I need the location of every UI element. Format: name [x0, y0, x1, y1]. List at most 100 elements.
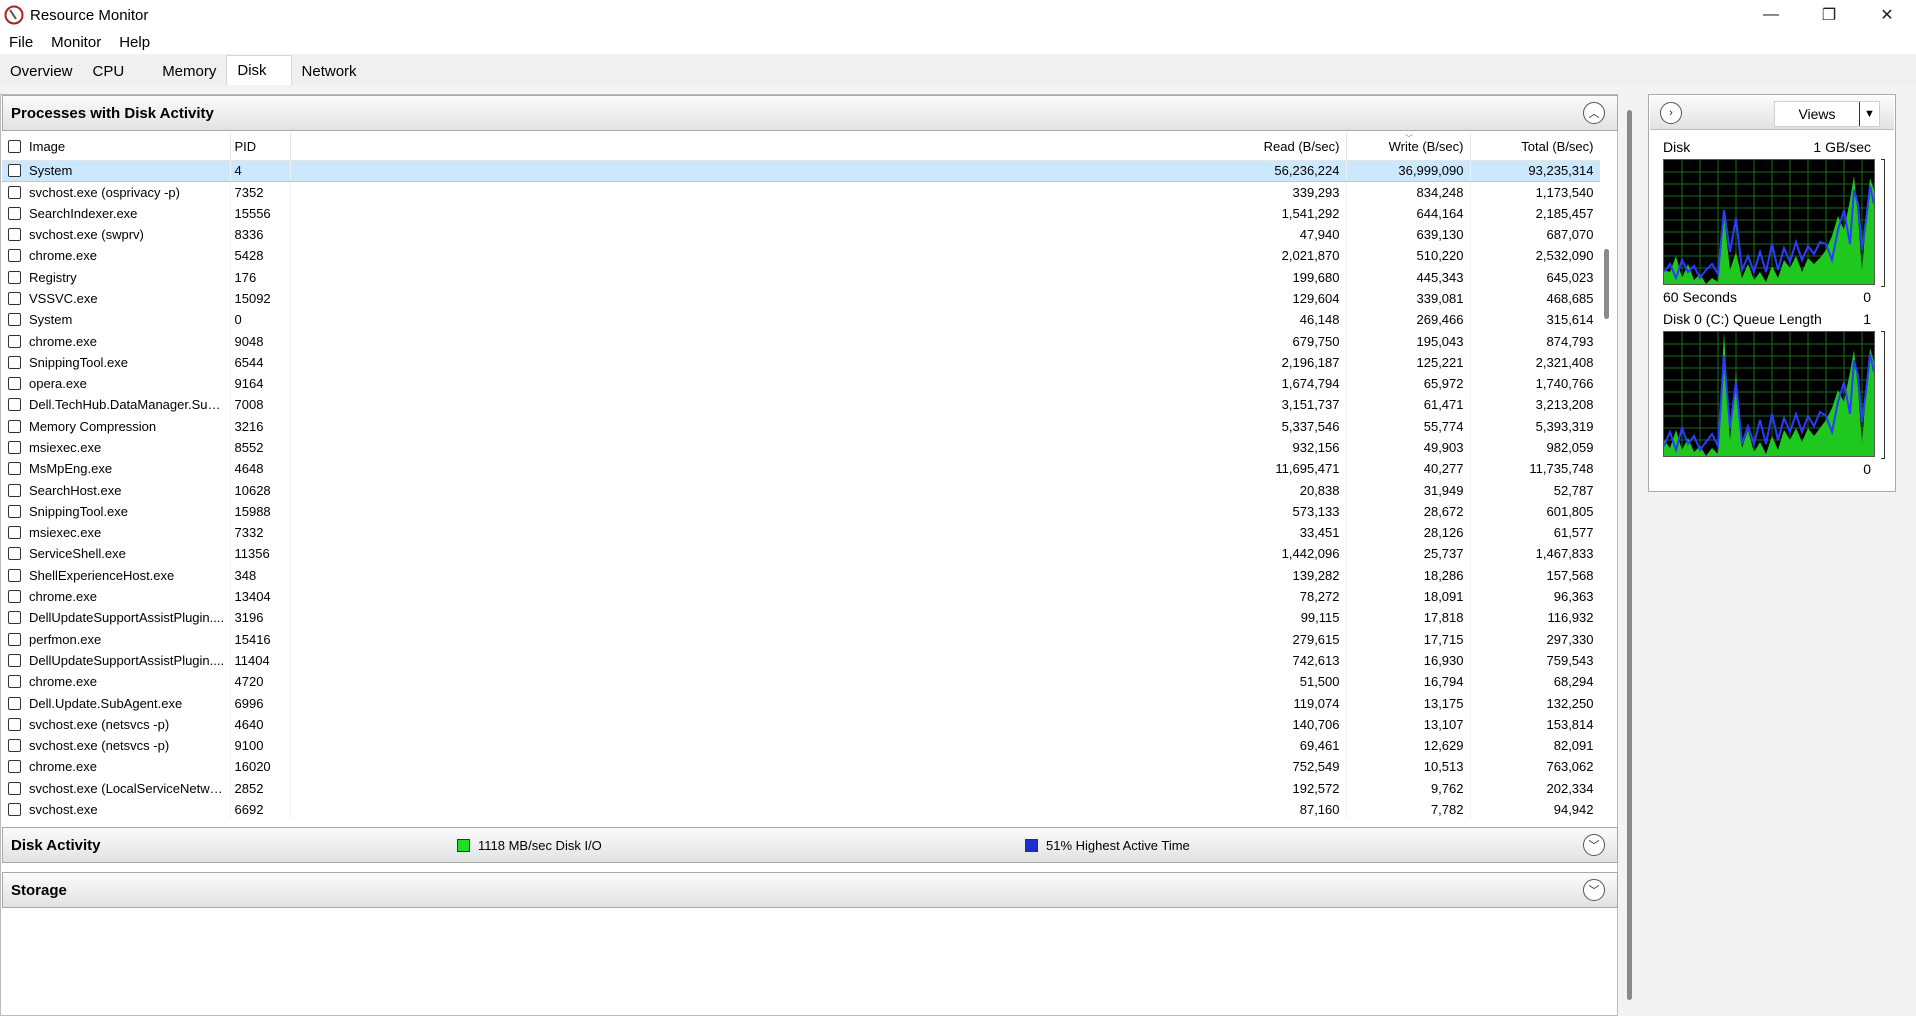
row-checkbox[interactable] — [8, 483, 21, 497]
row-checkbox[interactable] — [8, 547, 21, 561]
row-checkbox[interactable] — [8, 526, 21, 540]
table-row[interactable]: chrome.exe 13404 78,272 18,091 96,363 — [2, 585, 1600, 608]
table-row[interactable]: chrome.exe 4720 51,500 16,794 68,294 — [2, 671, 1600, 693]
table-row[interactable]: SearchIndexer.exe 15556 1,541,292 644,164 2,… — [2, 202, 1600, 224]
collapse-graph-panel-button[interactable]: › — [1660, 102, 1682, 124]
table-row[interactable]: msiexec.exe 7332 33,451 28,126 61,577 — [2, 522, 1600, 544]
table-row[interactable]: svchost.exe (netsvcs -p) 4640 140,706 13,10… — [2, 713, 1600, 736]
row-checkbox[interactable] — [8, 717, 21, 731]
row-checkbox[interactable] — [8, 803, 21, 817]
row-checkbox[interactable] — [8, 504, 21, 518]
table-row[interactable]: System 4 56,236,224 36,999,090 93,235,314 — [2, 159, 1600, 182]
table-scrollbar[interactable] — [1602, 249, 1612, 921]
restore-button[interactable]: ❐ — [1800, 0, 1858, 30]
tab-network[interactable]: Network — [292, 57, 367, 85]
processes-section-header[interactable]: Processes with Disk Activity ︿ — [2, 95, 1618, 131]
row-checkbox[interactable] — [8, 334, 21, 348]
row-checkbox[interactable] — [8, 611, 21, 625]
table-row[interactable]: SearchHost.exe 10628 20,838 31,949 52,787 — [2, 479, 1600, 501]
process-pid-cell: 15416 — [230, 628, 291, 650]
row-checkbox[interactable] — [8, 355, 21, 369]
row-checkbox[interactable] — [8, 291, 21, 305]
main-scrollbar-thumb[interactable] — [1627, 110, 1632, 1000]
table-row[interactable]: DellUpdateSupportAssistPlugin.... 3196 99,… — [2, 607, 1600, 629]
menu-help[interactable]: Help — [110, 34, 159, 51]
views-dropdown-icon[interactable]: ▼ — [1859, 102, 1879, 126]
table-row[interactable]: VSSVC.exe 15092 129,604 339,081 468,685 — [2, 287, 1600, 310]
table-row[interactable]: ShellExperienceHost.exe 348 139,282 18,286 1… — [2, 564, 1600, 586]
row-checkbox[interactable] — [8, 206, 21, 220]
process-read-cell: 573,133 — [290, 500, 1347, 523]
disk-activity-section-header[interactable]: Disk Activity 1118 MB/sec Disk I/O 51% H… — [2, 827, 1618, 863]
table-row[interactable]: svchost.exe (netsvcs -p) 9100 69,461 12,629… — [2, 735, 1600, 757]
row-checkbox[interactable] — [8, 228, 21, 242]
table-row[interactable]: DellUpdateSupportAssistPlugin.... 11404 74… — [2, 649, 1600, 672]
row-checkbox[interactable] — [8, 696, 21, 710]
table-row[interactable]: opera.exe 9164 1,674,794 65,972 1,740,766 — [2, 372, 1600, 395]
row-checkbox[interactable] — [8, 462, 21, 476]
row-checkbox[interactable] — [8, 377, 21, 391]
table-row[interactable]: chrome.exe 9048 679,750 195,043 874,793 — [2, 330, 1600, 352]
menu-file[interactable]: File — [0, 34, 42, 51]
row-checkbox[interactable] — [8, 185, 21, 199]
row-checkbox[interactable] — [8, 590, 21, 604]
column-write[interactable]: Write (B/sec) — [1346, 133, 1471, 161]
table-row[interactable]: chrome.exe 16020 752,549 10,513 763,062 — [2, 756, 1600, 778]
tab-overview[interactable]: Overview — [0, 57, 83, 85]
row-checkbox[interactable] — [8, 760, 21, 774]
row-checkbox[interactable] — [8, 739, 21, 753]
row-checkbox[interactable] — [8, 568, 21, 582]
tab-cpu[interactable]: CPU — [83, 57, 153, 85]
row-checkbox[interactable] — [8, 632, 21, 646]
column-image[interactable]: Image — [2, 133, 231, 161]
main-scrollbar[interactable] — [1626, 110, 1634, 1000]
expand-storage-button[interactable]: ﹀ — [1583, 879, 1605, 901]
column-pid[interactable]: PID — [230, 133, 291, 161]
column-total[interactable]: Total (B/sec) — [1470, 133, 1600, 161]
table-row[interactable]: msiexec.exe 8552 932,156 49,903 982,059 — [2, 436, 1600, 459]
tab-disk[interactable]: Disk — [226, 55, 292, 85]
process-image-label: svchost.exe (swprv) — [29, 227, 144, 243]
close-button[interactable]: ✕ — [1858, 0, 1916, 30]
process-image-label: System — [29, 163, 73, 179]
views-button[interactable]: Views ▼ — [1774, 101, 1880, 127]
tab-memory[interactable]: Memory — [152, 57, 226, 85]
storage-section-header[interactable]: Storage ﹀ — [2, 872, 1618, 908]
column-read[interactable]: Read (B/sec) — [290, 133, 1347, 161]
row-checkbox[interactable] — [8, 398, 21, 412]
table-scrollbar-thumb[interactable] — [1604, 249, 1609, 319]
process-pid-cell: 10628 — [230, 479, 291, 501]
table-row[interactable]: Memory Compression 3216 5,337,546 55,774 5,3… — [2, 415, 1600, 437]
table-row[interactable]: ServiceShell.exe 11356 1,442,096 25,737 1,46… — [2, 543, 1600, 565]
row-checkbox[interactable] — [8, 419, 21, 433]
row-checkbox[interactable] — [8, 164, 21, 178]
table-row[interactable]: Dell.TechHub.DataManager.Sub... 7008 3,151… — [2, 394, 1600, 416]
row-checkbox[interactable] — [8, 270, 21, 284]
select-all-checkbox[interactable] — [8, 139, 21, 153]
table-row[interactable]: svchost.exe (swprv) 8336 47,940 639,130 687,… — [2, 223, 1600, 246]
collapse-processes-button[interactable]: ︿ — [1583, 102, 1605, 124]
row-checkbox[interactable] — [8, 313, 21, 327]
table-row[interactable]: SnippingTool.exe 15988 573,133 28,672 601,80… — [2, 500, 1600, 523]
table-row[interactable]: chrome.exe 5428 2,021,870 510,220 2,532,090 — [2, 245, 1600, 267]
table-row[interactable]: svchost.exe 6692 87,160 7,782 94,942 — [2, 798, 1600, 819]
menu-monitor[interactable]: Monitor — [42, 34, 110, 51]
process-total-cell: 874,793 — [1470, 330, 1600, 352]
table-row[interactable]: Registry 176 199,680 445,343 645,023 — [2, 266, 1600, 288]
table-row[interactable]: Dell.Update.SubAgent.exe 6996 119,074 13,17… — [2, 692, 1600, 714]
table-row[interactable]: SnippingTool.exe 6544 2,196,187 125,221 2,32… — [2, 351, 1600, 373]
row-checkbox[interactable] — [8, 653, 21, 667]
expand-disk-activity-button[interactable]: ﹀ — [1583, 834, 1605, 856]
table-row[interactable]: MsMpEng.exe 4648 11,695,471 40,277 11,735,74… — [2, 458, 1600, 480]
minimize-button[interactable]: — — [1742, 0, 1800, 30]
table-row[interactable]: perfmon.exe 15416 279,615 17,715 297,330 — [2, 628, 1600, 650]
table-row[interactable]: svchost.exe (osprivacy -p) 7352 339,293 834… — [2, 181, 1600, 203]
row-checkbox[interactable] — [8, 249, 21, 263]
row-checkbox[interactable] — [8, 675, 21, 689]
row-checkbox[interactable] — [8, 441, 21, 454]
table-row[interactable]: svchost.exe (LocalServiceNetwo... 2852 192… — [2, 777, 1600, 799]
process-image-label: Memory Compression — [29, 418, 157, 434]
table-row[interactable]: System 0 46,148 269,466 315,614 — [2, 309, 1600, 331]
row-checkbox[interactable] — [8, 781, 21, 795]
process-read-cell: 2,196,187 — [290, 351, 1347, 373]
